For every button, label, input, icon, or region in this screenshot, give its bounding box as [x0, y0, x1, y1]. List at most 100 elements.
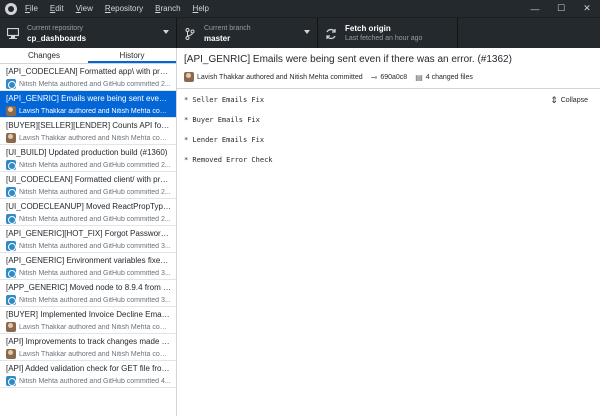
collapse-button[interactable]: ⇕ Collapse	[550, 95, 588, 106]
commit-list-item[interactable]: [UI_BUILD] Updated production build (#13…	[0, 145, 176, 172]
commit-list-item[interactable]: [API_GENERIC][HOT_FIX] Forgot Password e…	[0, 226, 176, 253]
file-icon: ▤	[415, 72, 423, 82]
fetch-title: Fetch origin	[345, 23, 391, 33]
commit-list-item[interactable]: [UI_CODECLEAN] Formatted client/ with pr…	[0, 172, 176, 199]
commit-list-item[interactable]: [API_GENRIC] Emails were being sent even…	[0, 91, 176, 118]
github-logo-icon	[5, 2, 17, 15]
description-line: * Buyer Emails Fix	[184, 116, 260, 124]
commit-author: Nitish Mehta authored and GitHub committ…	[19, 242, 171, 250]
commit-title: [UI_CODECLEAN] Formatted client/ with pr…	[6, 175, 171, 184]
commit-title: [API_GENERIC][HOT_FIX] Forgot Password e…	[6, 229, 171, 238]
commit-title: [API_GENRIC] Emails were being sent even…	[6, 94, 171, 103]
commit-meta: Nitish Mehta authored and GitHub committ…	[6, 268, 172, 278]
commit-list-item[interactable]: [API_GENERIC] Environment variables fixe…	[0, 253, 176, 280]
commit-list-item[interactable]: [BUYER][SELLER][LENDER] Counts API for C…	[0, 118, 176, 145]
title-bar: File Edit View Repository Branch Help — …	[0, 0, 600, 17]
description-line: * Seller Emails Fix	[184, 96, 265, 104]
commit-title: [BUYER] Implemented Invoice Decline Emai…	[6, 310, 171, 319]
commit-header: [API_GENRIC] Emails were being sent even…	[177, 48, 600, 89]
commit-author: Lavish Thakkar authored and Nitish Mehta…	[19, 323, 171, 331]
tab-changes[interactable]: Changes	[0, 48, 88, 63]
commit-list-item[interactable]: [API_CODECLEAN] Formatted app\ with pret…	[0, 64, 176, 91]
commit-author: Lavish Thakkar authored and Nitish Mehta…	[19, 350, 171, 358]
maximize-button[interactable]: ☐	[548, 0, 574, 17]
commit-list-item[interactable]: [BUYER] Implemented Invoice Decline Emai…	[0, 307, 176, 334]
avatar	[6, 106, 16, 116]
avatar	[6, 349, 16, 359]
commit-meta: Lavish Thakkar authored and Nitish Mehta…	[6, 106, 172, 116]
computer-icon	[7, 28, 19, 40]
commit-meta: Nitish Mehta authored and GitHub committ…	[6, 187, 172, 197]
avatar	[6, 295, 16, 305]
fetch-subtitle: Last fetched an hour ago	[345, 34, 423, 42]
repository-name: cp_dashboards	[27, 33, 87, 43]
commit-list-item[interactable]: [APP_GENERIC] Moved node to 8.9.4 from 6…	[0, 280, 176, 307]
commit-description: * Seller Emails Fix * Buyer Emails Fix *…	[177, 89, 600, 181]
commit-author: Nitish Mehta authored and GitHub committ…	[19, 161, 171, 169]
commit-meta: Lavish Thakkar authored and Nitish Mehta…	[6, 322, 172, 332]
branch-label: Current branch	[204, 24, 251, 32]
sidebar: Changes History [API_CODECLEAN] Formatte…	[0, 48, 177, 416]
description-line: * Removed Error Check	[184, 156, 273, 164]
toolbar: Current repository cp_dashboards Current…	[0, 17, 600, 49]
commit-meta: Nitish Mehta authored and GitHub committ…	[6, 79, 172, 89]
commit-title: [API_GENERIC] Environment variables fixe…	[6, 256, 171, 265]
commit-summary: [API_GENRIC] Emails were being sent even…	[184, 54, 512, 65]
avatar	[6, 322, 16, 332]
commit-meta: Nitish Mehta authored and GitHub committ…	[6, 241, 172, 251]
commit-list: [API_CODECLEAN] Formatted app\ with pret…	[0, 64, 176, 388]
commit-list-item[interactable]: [API] Added validation check for GET fil…	[0, 361, 176, 388]
avatar	[6, 160, 16, 170]
commit-sha[interactable]: 690a0c8	[380, 74, 407, 81]
commit-title: [BUYER][SELLER][LENDER] Counts API for C…	[6, 121, 171, 130]
commit-authors: Lavish Thakkar authored and Nitish Mehta…	[197, 73, 363, 81]
commit-meta: Lavish Thakkar authored and Nitish Mehta…	[6, 133, 172, 143]
commit-title: [API] Added validation check for GET fil…	[6, 364, 171, 373]
menu-view[interactable]: View	[76, 4, 93, 13]
commit-author: Nitish Mehta authored and GitHub committ…	[19, 188, 171, 196]
minimize-button[interactable]: —	[522, 0, 548, 17]
avatar	[6, 268, 16, 278]
commit-meta: Nitish Mehta authored and GitHub committ…	[6, 160, 172, 170]
chevron-down-icon	[304, 30, 310, 34]
changed-files-count: 4 changed files	[425, 73, 473, 81]
commit-author: Nitish Mehta authored and GitHub committ…	[19, 215, 171, 223]
avatar	[6, 79, 16, 89]
current-repository-button[interactable]: Current repository cp_dashboards	[0, 18, 177, 49]
description-line: * Lender Emails Fix	[184, 136, 265, 144]
branch-icon	[184, 27, 196, 40]
window-controls: — ☐ ✕	[522, 0, 600, 17]
avatar	[6, 241, 16, 251]
commit-list-item[interactable]: [UI_CODECLEANUP] Moved ReactPropTypes to…	[0, 199, 176, 226]
avatar	[6, 214, 16, 224]
commit-list-item[interactable]: [API] Improvements to track changes made…	[0, 334, 176, 361]
menu-help[interactable]: Help	[193, 4, 209, 13]
commit-meta: Nitish Mehta authored and GitHub committ…	[6, 376, 172, 386]
commit-title: [UI_CODECLEANUP] Moved ReactPropTypes to…	[6, 202, 171, 211]
commit-title: [APP_GENERIC] Moved node to 8.9.4 from 6…	[6, 283, 171, 292]
menu-file[interactable]: File	[25, 4, 38, 13]
menu-repository[interactable]: Repository	[105, 4, 143, 13]
commit-icon: ⊸	[370, 72, 378, 82]
current-branch-button[interactable]: Current branch master	[177, 18, 318, 49]
close-button[interactable]: ✕	[574, 0, 600, 17]
commit-author: Lavish Thakkar authored and Nitish Mehta…	[19, 134, 171, 142]
fetch-origin-button[interactable]: Fetch origin Last fetched an hour ago	[318, 18, 458, 49]
commit-detail-pane: [API_GENRIC] Emails were being sent even…	[177, 48, 600, 416]
commit-meta: Lavish Thakkar authored and Nitish Mehta…	[6, 349, 172, 359]
avatar	[6, 376, 16, 386]
branch-name: master	[204, 33, 231, 43]
tab-history[interactable]: History	[88, 48, 176, 63]
commit-details: Lavish Thakkar authored and Nitish Mehta…	[184, 72, 593, 82]
chevron-down-icon	[163, 30, 169, 34]
avatar	[6, 133, 16, 143]
avatar	[184, 72, 194, 82]
menu-branch[interactable]: Branch	[155, 4, 180, 13]
commit-author: Nitish Mehta authored and GitHub committ…	[19, 296, 171, 304]
commit-title: [UI_BUILD] Updated production build (#13…	[6, 148, 168, 157]
repository-label: Current repository	[27, 24, 84, 32]
menu-edit[interactable]: Edit	[50, 4, 64, 13]
commit-meta: Nitish Mehta authored and GitHub committ…	[6, 214, 172, 224]
commit-author: Nitish Mehta authored and GitHub committ…	[19, 269, 171, 277]
commit-author: Nitish Mehta authored and GitHub committ…	[19, 377, 171, 385]
